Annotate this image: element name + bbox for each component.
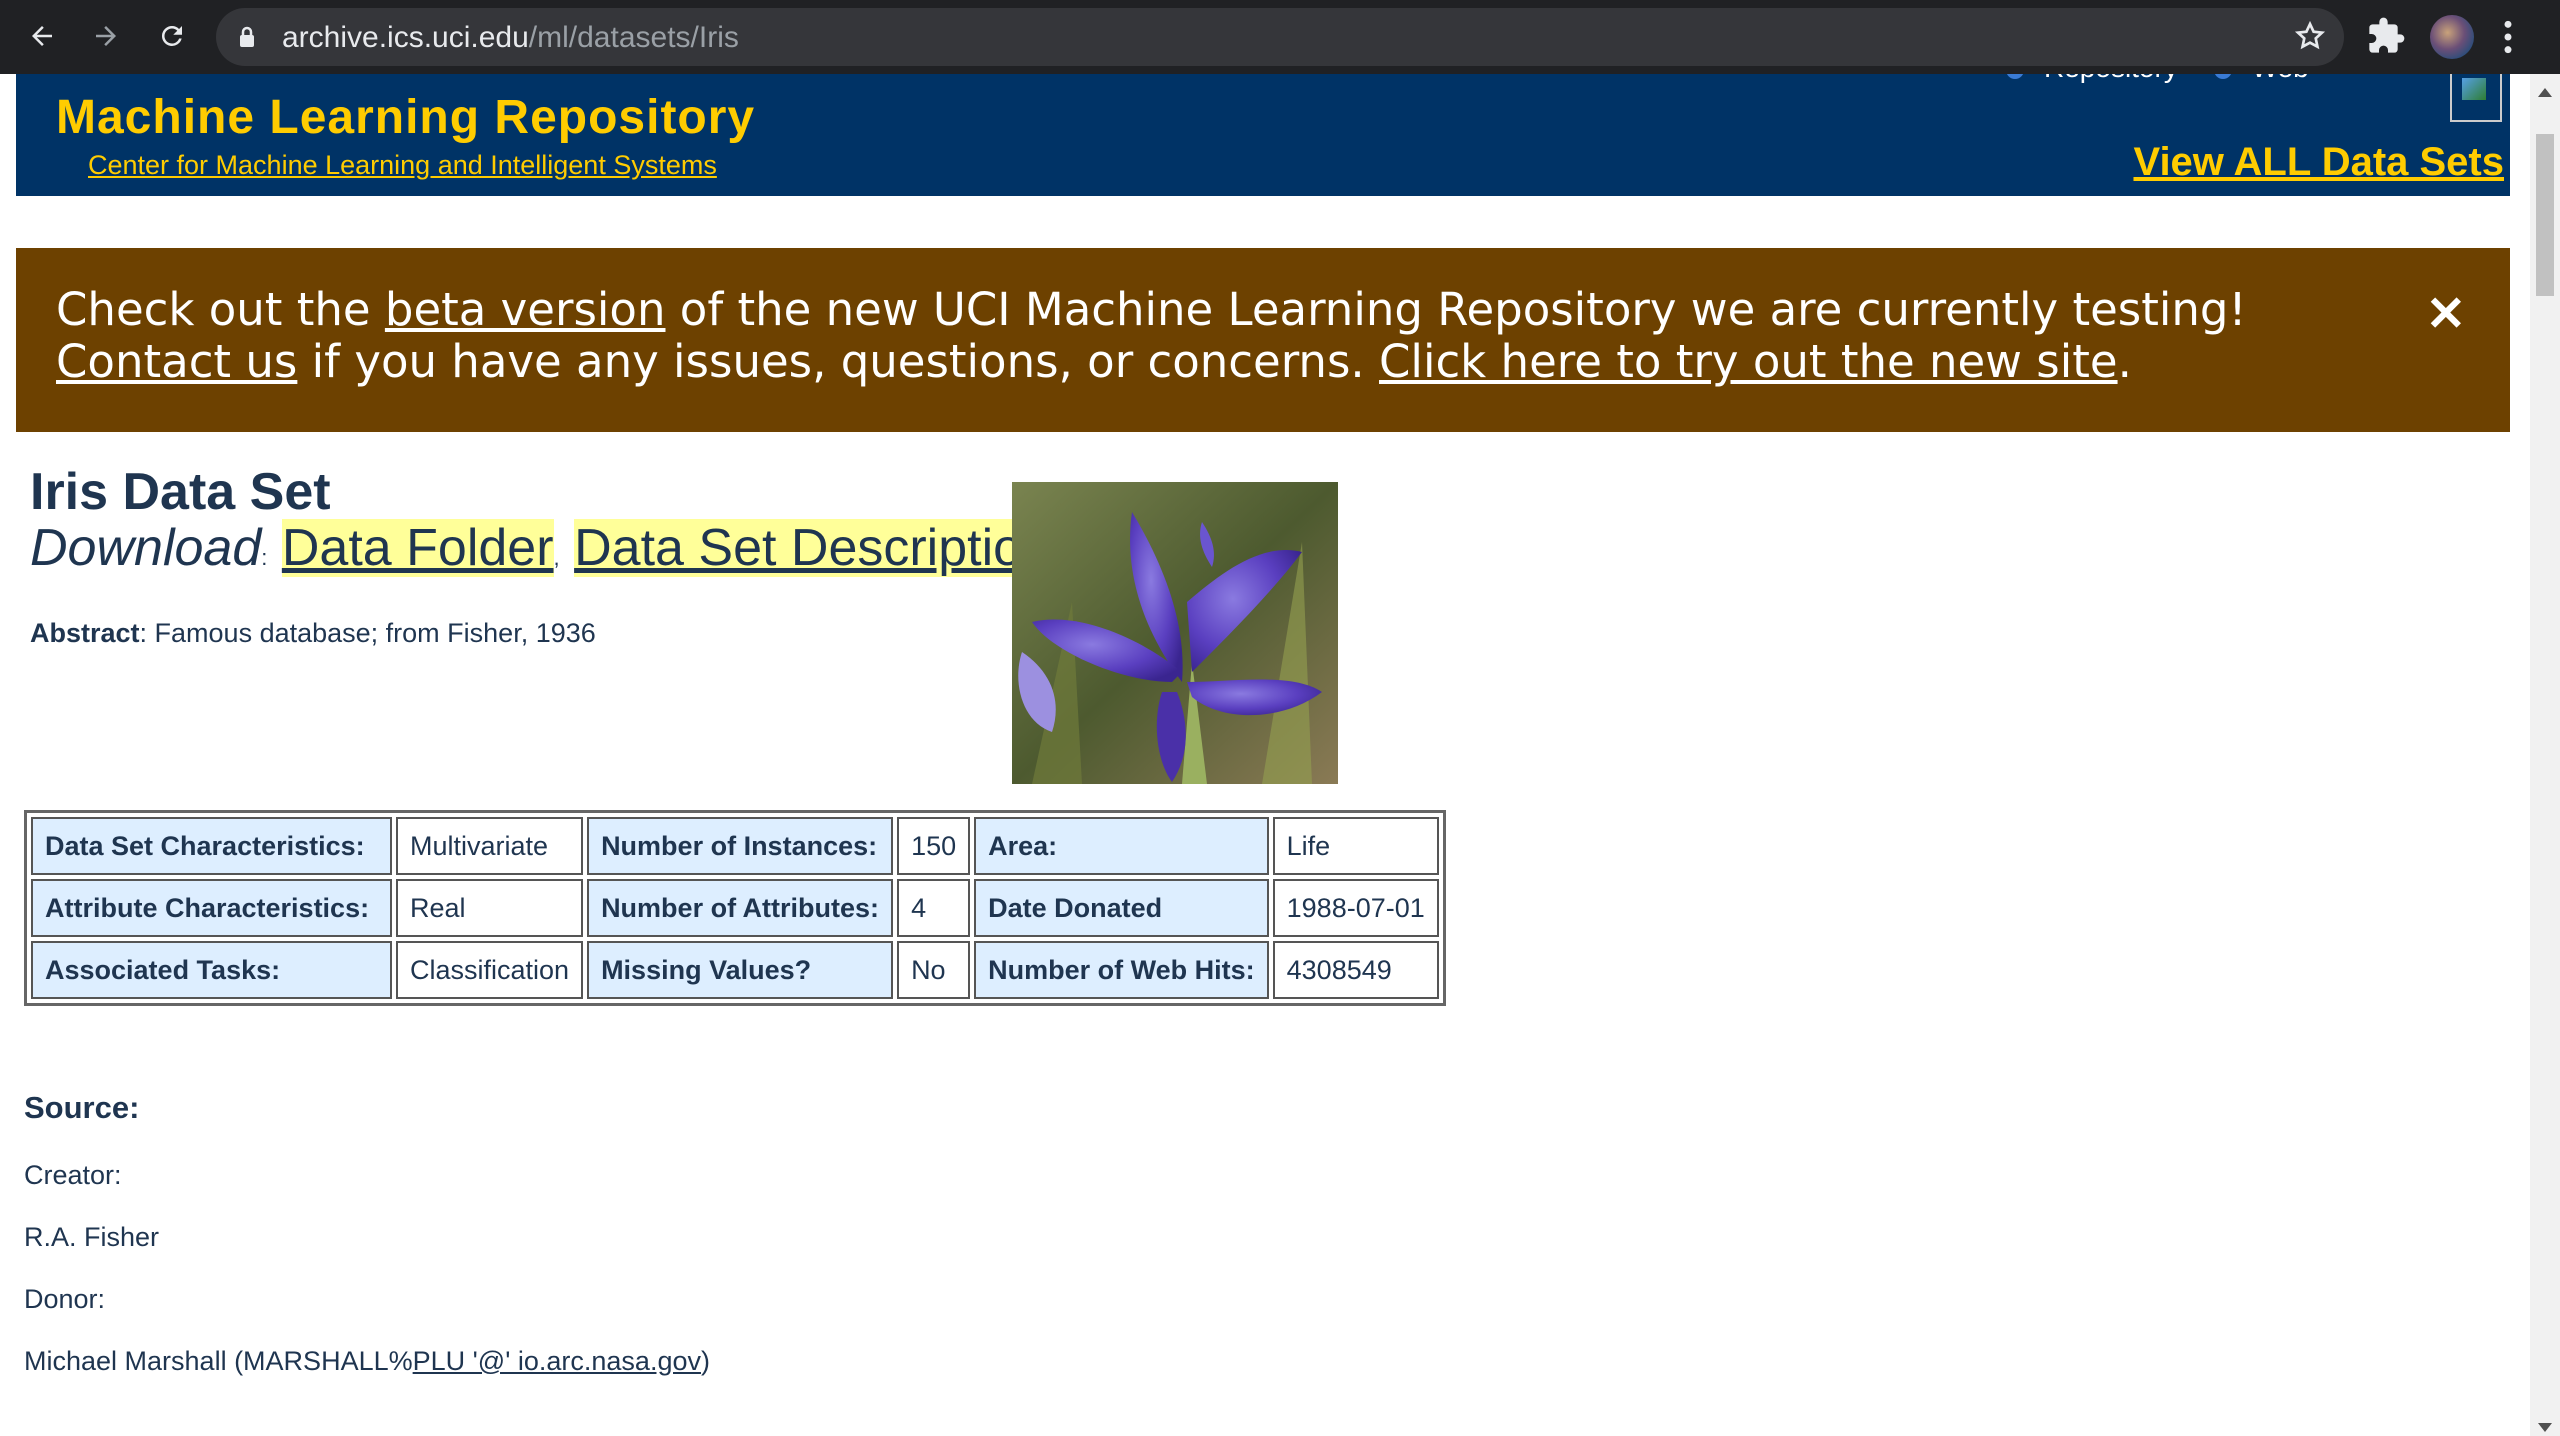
contact-us-link[interactable]: Contact us (56, 335, 297, 388)
table-value-cell: 150 (897, 817, 971, 875)
table-key-cell: Associated Tasks: (31, 941, 392, 999)
table-value-cell: Multivariate (396, 817, 584, 875)
banner-text-part: of the new UCI Machine Learning Reposito… (665, 283, 2247, 336)
beta-banner: Check out the beta version of the new UC… (16, 248, 2510, 432)
table-value-cell: Classification (396, 941, 584, 999)
url-text: archive.ics.uci.edu/ml/datasets/Iris (282, 21, 739, 55)
scrollbar-thumb[interactable] (2536, 134, 2554, 296)
donor-email-link[interactable]: PLU '@' io.arc.nasa.gov (413, 1346, 701, 1376)
banner-text-part: if you have any issues, questions, or co… (297, 335, 1380, 388)
site-title[interactable]: Machine Learning Repository (56, 90, 755, 145)
download-comma: , (553, 545, 560, 570)
table-key-cell: Missing Values? (587, 941, 894, 999)
banner-close-icon[interactable]: ✕ (2426, 286, 2466, 342)
table-row: Associated Tasks: Classification Missing… (31, 941, 1439, 999)
table-key-cell: Attribute Characteristics: (31, 879, 392, 937)
page-scrollbar[interactable] (2530, 74, 2560, 1436)
radio-repository-label: Repository (2044, 74, 2178, 83)
abstract-label: Abstract (30, 618, 140, 648)
download-label: Download (30, 519, 262, 577)
dataset-title: Iris Data Set (30, 463, 331, 521)
forward-arrow-icon (96, 26, 116, 46)
abstract: Abstract: Famous database; from Fisher, … (30, 618, 596, 649)
donor-suffix: ) (700, 1346, 710, 1376)
banner-text-part: . (2117, 335, 2132, 388)
iris-flower-image (1012, 482, 1338, 784)
table-row: Attribute Characteristics: Real Number o… (31, 879, 1439, 937)
back-button[interactable] (18, 12, 66, 60)
extensions-puzzle-icon[interactable] (2366, 16, 2406, 61)
beta-version-link[interactable]: beta version (385, 283, 666, 336)
forward-button[interactable] (82, 12, 130, 60)
reload-icon (161, 25, 182, 46)
search-image-button[interactable] (2450, 74, 2502, 122)
download-separator: : (261, 545, 268, 570)
site-subtitle-link[interactable]: Center for Machine Learning and Intellig… (88, 150, 717, 181)
download-links: Download: Data Folder, Data Set Descript… (30, 518, 1051, 578)
url-path: /ml/datasets/Iris (528, 21, 739, 54)
bookmark-star-icon[interactable] (2294, 20, 2326, 57)
url-host: archive.ics.uci.edu (282, 21, 529, 54)
address-bar[interactable]: archive.ics.uci.edu/ml/datasets/Iris (216, 8, 2344, 66)
table-row: Data Set Characteristics: Multivariate N… (31, 817, 1439, 875)
donor-label: Donor: (24, 1284, 106, 1314)
data-set-description-link[interactable]: Data Set Description (574, 519, 1051, 577)
table-key-cell: Area: (974, 817, 1269, 875)
site-header: Machine Learning Repository Center for M… (16, 74, 2510, 196)
search-scope-radios: Repository Web (2006, 74, 2309, 84)
scroll-down-arrow-icon[interactable] (2538, 1423, 2552, 1432)
back-arrow-icon (32, 26, 52, 46)
table-value-cell: No (897, 941, 971, 999)
page-content: Machine Learning Repository Center for M… (0, 74, 2530, 1436)
table-value-cell: 4 (897, 879, 971, 937)
radio-repository[interactable] (2006, 74, 2024, 79)
abstract-text: : Famous database; from Fisher, 1936 (139, 618, 596, 648)
creator-name: R.A. Fisher (24, 1222, 160, 1252)
banner-text-part: Check out the (56, 283, 385, 336)
radio-web-label: Web (2252, 74, 2309, 83)
profile-avatar[interactable] (2430, 15, 2474, 59)
donor-prefix: Michael Marshall (MARSHALL% (24, 1346, 413, 1376)
table-value-cell: Life (1272, 817, 1439, 875)
scroll-up-arrow-icon[interactable] (2538, 88, 2552, 97)
radio-web[interactable] (2213, 74, 2232, 79)
reload-button[interactable] (148, 12, 196, 60)
dataset-characteristics-table: Data Set Characteristics: Multivariate N… (24, 810, 1446, 1006)
table-key-cell: Data Set Characteristics: (31, 817, 392, 875)
table-key-cell: Number of Web Hits: (974, 941, 1269, 999)
table-key-cell: Number of Attributes: (587, 879, 894, 937)
table-key-cell: Number of Instances: (587, 817, 894, 875)
browser-toolbar: archive.ics.uci.edu/ml/datasets/Iris (0, 0, 2560, 74)
creator-label: Creator: (24, 1160, 122, 1190)
table-value-cell: Real (396, 879, 584, 937)
source-heading: Source: (24, 1090, 140, 1125)
banner-text: Check out the beta version of the new UC… (56, 284, 2406, 388)
table-key-cell: Date Donated (974, 879, 1269, 937)
kebab-menu-icon[interactable] (2500, 18, 2516, 61)
lock-icon (238, 25, 256, 54)
try-new-site-link[interactable]: Click here to try out the new site (1379, 335, 2118, 388)
donor-info: Michael Marshall (MARSHALL%PLU '@' io.ar… (24, 1346, 710, 1377)
data-folder-link[interactable]: Data Folder (281, 519, 554, 577)
table-value-cell: 4308549 (1272, 941, 1439, 999)
table-value-cell: 1988-07-01 (1272, 879, 1439, 937)
view-all-datasets-link[interactable]: View ALL Data Sets (2133, 140, 2504, 185)
